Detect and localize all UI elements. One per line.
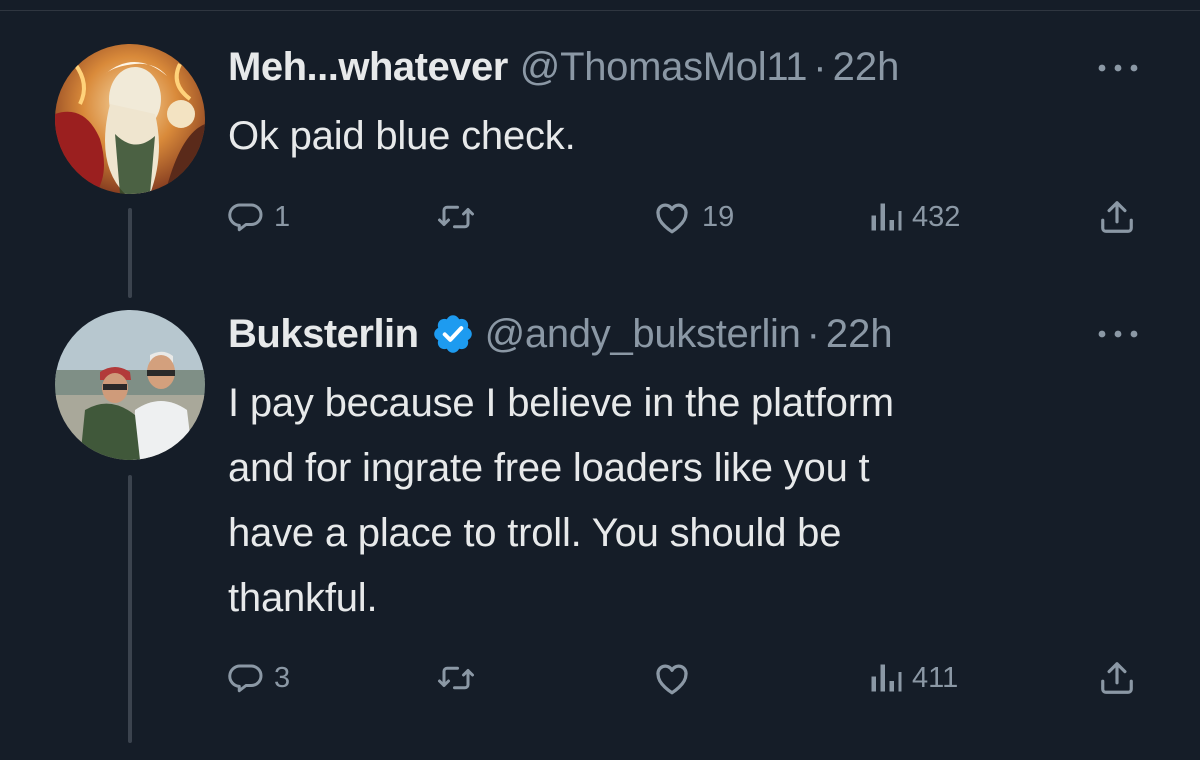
timestamp[interactable]: 22h <box>826 309 893 359</box>
display-name[interactable]: Meh...whatever <box>228 42 508 92</box>
tweet-actions: 3 411 <box>228 656 1148 700</box>
tweet-text-line: thankful. <box>228 576 378 620</box>
handle[interactable]: @andy_buksterlin <box>485 309 801 359</box>
views-button[interactable]: 432 <box>868 195 960 239</box>
thread-line <box>128 208 132 298</box>
share-icon <box>1101 662 1133 694</box>
display-name[interactable]: Buksterlin <box>228 309 419 359</box>
tweet-text-line: have a place to troll. You should be <box>228 511 842 555</box>
top-divider <box>0 0 1200 11</box>
share-icon <box>1101 201 1133 233</box>
reply-icon <box>228 203 263 232</box>
tweet-header: Buksterlin @andy_buksterlin · 22h <box>228 309 893 359</box>
like-count: 19 <box>702 200 735 233</box>
reply-button[interactable]: 3 <box>228 656 290 700</box>
avatar-thomasmol11[interactable] <box>55 44 205 194</box>
separator-dot: · <box>813 45 827 89</box>
retweet-button[interactable] <box>436 656 476 700</box>
like-icon <box>656 203 688 234</box>
reply-count: 1 <box>274 200 291 233</box>
tweet-text: I pay because I believe in the platform … <box>228 371 1128 631</box>
retweet-icon <box>438 666 474 690</box>
tweet-text-line: I pay because I believe in the platform <box>228 381 894 425</box>
share-button[interactable] <box>1098 195 1136 239</box>
retweet-icon <box>438 205 474 229</box>
views-button[interactable]: 411 <box>868 656 958 700</box>
views-icon <box>871 203 902 231</box>
views-icon <box>871 664 902 692</box>
views-count: 411 <box>912 661 959 694</box>
more-icon[interactable] <box>1098 64 1138 72</box>
reply-button[interactable]: 1 <box>228 195 290 239</box>
reply-icon <box>228 664 263 693</box>
tweet-text-content: Ok paid blue check. <box>228 114 576 158</box>
more-icon[interactable] <box>1098 330 1138 338</box>
share-button[interactable] <box>1098 656 1136 700</box>
like-button[interactable] <box>652 656 692 700</box>
tweet-text-line: and for ingrate free loaders like you t <box>228 446 870 490</box>
tweet-1[interactable]: Meh...whatever @ThomasMol11 · 22h Ok pai… <box>228 42 1200 242</box>
views-count: 432 <box>912 200 961 233</box>
handle[interactable]: @ThomasMol11 <box>520 42 808 92</box>
reply-count: 3 <box>274 661 291 694</box>
tweet-header: Meh...whatever @ThomasMol11 · 22h <box>228 42 899 92</box>
separator-dot: · <box>806 312 820 356</box>
tweet-2[interactable]: Buksterlin @andy_buksterlin · 22h I pay … <box>228 309 1200 709</box>
like-button[interactable]: 19 <box>652 195 734 239</box>
tweet-actions: 1 19 432 <box>228 195 1148 239</box>
thread-line <box>128 475 132 743</box>
timestamp[interactable]: 22h <box>833 42 900 92</box>
avatar-andy-buksterlin[interactable] <box>55 310 205 460</box>
tweet-text: Ok paid blue check. <box>228 104 1128 169</box>
verified-badge-icon[interactable] <box>431 312 475 356</box>
retweet-button[interactable] <box>436 195 476 239</box>
like-icon <box>656 664 688 695</box>
